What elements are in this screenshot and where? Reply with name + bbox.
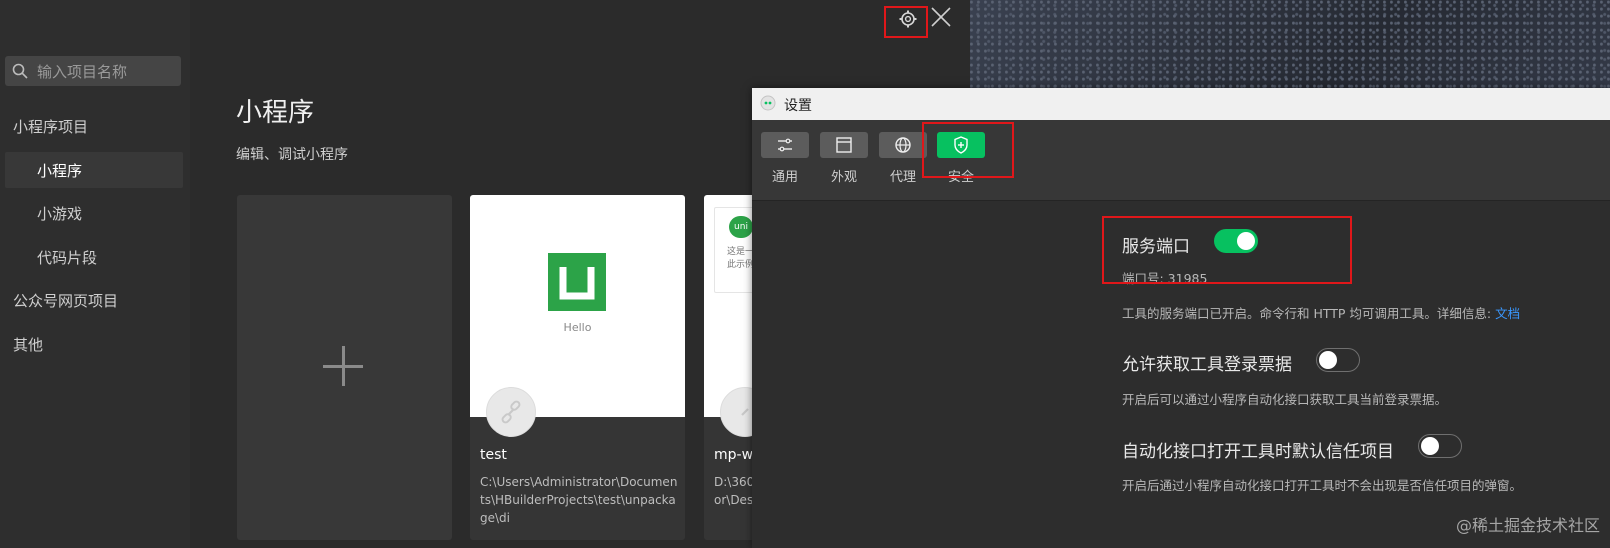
sidebar: 小程序项目 小程序 小游戏 代码片段 公众号网页项目 其他 xyxy=(0,0,190,548)
watermark: @稀土掘金技术社区 xyxy=(1455,516,1600,535)
project-thumbnail: Hello xyxy=(470,195,685,417)
tab-proxy[interactable]: 代理 xyxy=(878,132,928,185)
thumbnail-text: 这是一 此示例 xyxy=(727,247,755,270)
sidebar-item-miniprogram-projects[interactable]: 小程序项目 xyxy=(13,116,88,137)
close-icon[interactable] xyxy=(930,6,952,28)
tab-general-label: 通用 xyxy=(771,170,798,185)
wechat-devtools-icon xyxy=(760,95,776,111)
sidebar-item-miniprogram[interactable]: 小程序 xyxy=(37,160,82,181)
sidebar-item-active-bg xyxy=(5,152,183,188)
trust-project-toggle[interactable] xyxy=(1418,434,1462,458)
search-box[interactable] xyxy=(5,56,181,86)
settings-tabs: 通用 外观 代理 安全 xyxy=(752,120,1610,201)
tab-proxy-label: 代理 xyxy=(889,170,916,185)
settings-titlebar: 设置 xyxy=(752,88,1610,120)
sidebar-item-other[interactable]: 其他 xyxy=(13,334,43,355)
window-icon xyxy=(836,137,852,153)
sidebar-item-minigame[interactable]: 小游戏 xyxy=(37,203,82,224)
login-ticket-desc: 开启后可以通过小程序自动化接口获取工具当前登录票据。 xyxy=(1122,392,1448,407)
project-path: C:\Users\Administrator\Documents\HBuilde… xyxy=(480,475,678,525)
service-port-desc: 工具的服务端口已开启。命令行和 HTTP 均可调用工具。详细信息: 文档 xyxy=(1122,303,1520,322)
project-name: test xyxy=(480,447,507,463)
service-port-highlight xyxy=(1102,216,1352,284)
background-photo xyxy=(970,0,1610,90)
thumbnail-caption: Hello xyxy=(563,321,592,334)
sidebar-item-code-snippet[interactable]: 代码片段 xyxy=(37,247,97,268)
gear-icon xyxy=(899,10,917,28)
toggle-knob xyxy=(1421,437,1439,455)
search-input[interactable] xyxy=(35,60,179,84)
page-subtitle: 编辑、调试小程序 xyxy=(236,147,348,163)
link-icon xyxy=(501,400,521,424)
tab-appearance-label: 外观 xyxy=(830,170,857,185)
project-avatar xyxy=(486,387,536,437)
trust-project-title: 自动化接口打开工具时默认信任项目 xyxy=(1122,442,1394,462)
project-card[interactable]: Hello test C:\Users\Administrator\Docume… xyxy=(470,195,685,540)
service-port-desc-text: 工具的服务端口已开启。命令行和 HTTP 均可调用工具。详细信息: xyxy=(1122,306,1496,321)
uniapp-logo-icon xyxy=(548,253,606,311)
globe-icon xyxy=(895,137,911,153)
sliders-icon xyxy=(778,138,792,152)
settings-title: 设置 xyxy=(784,98,812,114)
login-ticket-title: 允许获取工具登录票据 xyxy=(1122,355,1292,375)
trust-project-desc: 开启后通过小程序自动化接口打开工具时不会出现是否信任项目的弹窗。 xyxy=(1122,478,1523,493)
tab-general[interactable]: 通用 xyxy=(760,132,810,185)
page-title: 小程序 xyxy=(236,98,315,128)
search-icon xyxy=(12,63,28,79)
login-ticket-toggle[interactable] xyxy=(1316,348,1360,372)
uni-logo-icon: uni xyxy=(729,216,753,238)
plus-icon-vertical xyxy=(342,346,345,386)
settings-gear-button[interactable] xyxy=(884,6,928,38)
sidebar-item-official-account[interactable]: 公众号网页项目 xyxy=(13,290,118,311)
new-project-card[interactable] xyxy=(237,195,452,540)
security-tab-highlight xyxy=(922,122,1014,178)
tab-appearance[interactable]: 外观 xyxy=(819,132,869,185)
docs-link[interactable]: 文档 xyxy=(1495,306,1520,321)
toggle-knob xyxy=(1319,351,1337,369)
